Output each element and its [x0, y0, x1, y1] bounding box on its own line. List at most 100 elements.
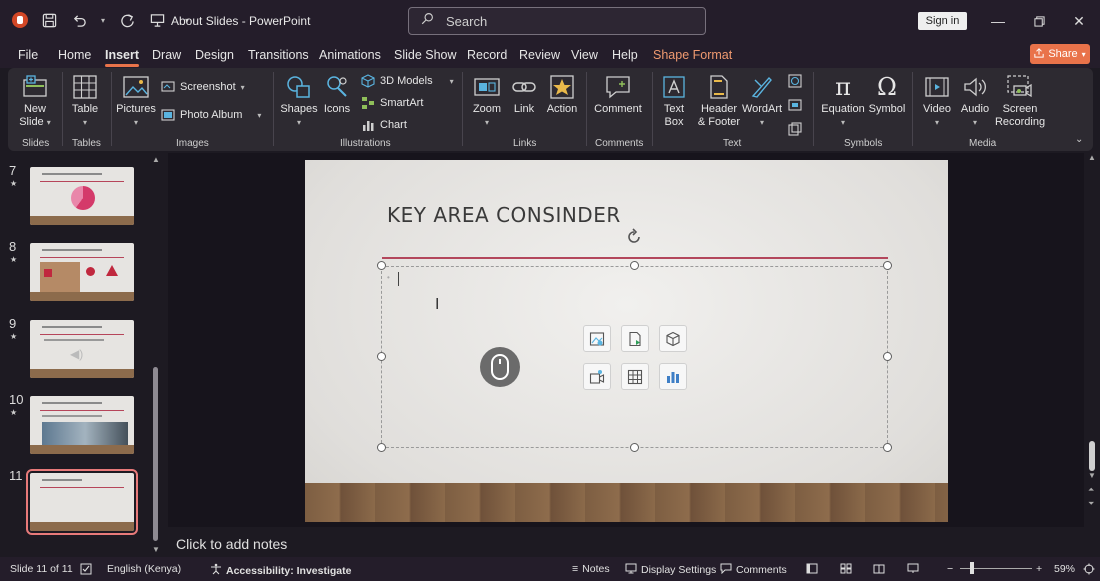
save-icon[interactable]: [40, 11, 58, 29]
tab-slide-show[interactable]: Slide Show: [394, 48, 457, 62]
tab-record[interactable]: Record: [467, 48, 507, 62]
equation-button[interactable]: π Equation ▾: [820, 74, 866, 129]
table-button[interactable]: Table ▾: [68, 74, 102, 129]
insert-3d-model-icon[interactable]: [659, 325, 687, 352]
present-from-beginning-icon[interactable]: [148, 11, 166, 29]
display-settings-button[interactable]: Display Settings: [625, 563, 716, 577]
icons-button[interactable]: Icons: [321, 74, 353, 116]
slide-sorter-view-icon[interactable]: [840, 563, 852, 574]
slide-show-view-icon[interactable]: [907, 563, 919, 574]
3d-models-button[interactable]: 3D Models ▾: [361, 74, 454, 88]
insert-table-icon[interactable]: [621, 363, 649, 390]
search-input[interactable]: [446, 13, 666, 29]
search-box[interactable]: [408, 7, 706, 35]
tab-home[interactable]: Home: [58, 48, 91, 62]
insert-video-icon[interactable]: [583, 363, 611, 390]
resize-handle[interactable]: [377, 352, 386, 361]
zoom-slider-thumb[interactable]: [970, 562, 974, 574]
resize-handle[interactable]: [377, 261, 386, 270]
tab-review[interactable]: Review: [519, 48, 560, 62]
object-icon[interactable]: [788, 122, 802, 141]
scroll-thumb[interactable]: [153, 367, 158, 541]
undo-icon[interactable]: [70, 11, 88, 29]
tab-help[interactable]: Help: [612, 48, 638, 62]
resize-handle[interactable]: [377, 443, 386, 452]
tab-file[interactable]: File: [18, 48, 38, 62]
insert-stock-images-icon[interactable]: [621, 325, 649, 352]
slide-thumbnail-7[interactable]: [30, 167, 134, 225]
close-icon[interactable]: ✕: [1069, 12, 1089, 30]
tab-view[interactable]: View: [571, 48, 598, 62]
canvas-scrollbar[interactable]: ▲ ▼ ⏶ ⏷: [1085, 153, 1100, 527]
screen-recording-button[interactable]: Screen Recording: [995, 74, 1045, 129]
tab-draw[interactable]: Draw: [152, 48, 181, 62]
slide-thumbnail-9[interactable]: ◀): [30, 320, 134, 378]
scroll-thumb[interactable]: [1089, 441, 1095, 471]
smartart-button[interactable]: SmartArt: [361, 96, 423, 110]
zoom-level[interactable]: 59%: [1054, 563, 1075, 575]
chart-button[interactable]: Chart: [361, 118, 407, 132]
previous-slide-icon[interactable]: ⏶: [1088, 485, 1094, 495]
accessibility-checker[interactable]: Accessibility: Investigate: [210, 563, 351, 578]
zoom-out-icon[interactable]: −: [947, 563, 953, 575]
reading-view-icon[interactable]: [873, 563, 885, 574]
scroll-down-icon[interactable]: ▼: [1088, 471, 1096, 480]
minimize-icon[interactable]: —: [988, 12, 1008, 30]
slide-number-icon[interactable]: [788, 98, 802, 117]
notes-pane[interactable]: Click to add notes: [168, 530, 1084, 557]
tab-design[interactable]: Design: [195, 48, 234, 62]
resize-handle[interactable]: [630, 261, 639, 270]
screenshot-button[interactable]: Screenshot ▾: [161, 80, 245, 94]
slide-thumbnail-8[interactable]: [30, 243, 134, 301]
tab-insert[interactable]: Insert: [105, 48, 140, 67]
header-footer-button[interactable]: Header & Footer: [696, 74, 742, 129]
scroll-down-icon[interactable]: ▼: [152, 545, 160, 554]
sign-in-button[interactable]: Sign in: [918, 12, 967, 30]
undo-dropdown-icon[interactable]: ▾: [100, 11, 106, 29]
restore-icon[interactable]: [1029, 12, 1049, 30]
tab-transitions[interactable]: Transitions: [248, 48, 309, 62]
audio-button[interactable]: Audio ▾: [958, 74, 992, 129]
content-placeholder[interactable]: [381, 266, 888, 448]
spelling-check-icon[interactable]: [80, 563, 92, 575]
text-box-button[interactable]: Text Box: [658, 74, 690, 129]
action-button[interactable]: Action: [544, 74, 580, 116]
slide-thumbnail-11[interactable]: [26, 469, 138, 535]
zoom-button[interactable]: Zoom ▾: [470, 74, 504, 129]
resize-handle[interactable]: [630, 443, 639, 452]
normal-view-icon[interactable]: [806, 563, 818, 574]
scroll-up-icon[interactable]: ▲: [1088, 153, 1096, 162]
redo-icon[interactable]: [118, 11, 136, 29]
wordart-button[interactable]: WordArt ▾: [742, 74, 782, 129]
resize-handle[interactable]: [883, 352, 892, 361]
current-slide[interactable]: KEY AREA CONSINDER • I: [305, 160, 948, 522]
next-slide-icon[interactable]: ⏷: [1088, 499, 1094, 509]
language-indicator[interactable]: English (Kenya): [107, 563, 181, 575]
slide-title[interactable]: KEY AREA CONSINDER: [387, 203, 621, 227]
notes-toggle-button[interactable]: ≡ Notes: [572, 563, 610, 575]
slide-thumbnail-10[interactable]: [30, 396, 134, 454]
photo-album-button[interactable]: Photo Album ▾: [161, 108, 261, 122]
comments-pane-button[interactable]: Comments: [720, 563, 787, 577]
rotate-handle-icon[interactable]: [625, 228, 643, 246]
shapes-button[interactable]: Shapes ▾: [280, 74, 318, 129]
tab-animations[interactable]: Animations: [319, 48, 381, 62]
share-button[interactable]: Share ▾: [1030, 44, 1090, 64]
zoom-in-icon[interactable]: +: [1036, 563, 1042, 575]
tab-shape-format[interactable]: Shape Format: [653, 48, 732, 62]
thumbnail-scrollbar[interactable]: ▲ ▼: [152, 155, 160, 555]
insert-chart-icon[interactable]: [659, 363, 687, 390]
resize-handle[interactable]: [883, 443, 892, 452]
pictures-button[interactable]: Pictures ▾: [116, 74, 156, 129]
symbol-button[interactable]: Ω Symbol: [868, 74, 906, 116]
scroll-up-icon[interactable]: ▲: [152, 155, 160, 164]
insert-picture-icon[interactable]: [583, 325, 611, 352]
date-time-icon[interactable]: [788, 74, 802, 93]
video-button[interactable]: Video ▾: [920, 74, 954, 129]
resize-handle[interactable]: [883, 261, 892, 270]
comment-button[interactable]: Comment: [593, 74, 643, 116]
fit-to-window-icon[interactable]: [1083, 563, 1095, 575]
new-slide-button[interactable]: New Slide ▾: [16, 74, 54, 129]
link-button[interactable]: Link: [508, 74, 540, 116]
collapse-ribbon-icon[interactable]: ⌄: [1075, 134, 1083, 145]
